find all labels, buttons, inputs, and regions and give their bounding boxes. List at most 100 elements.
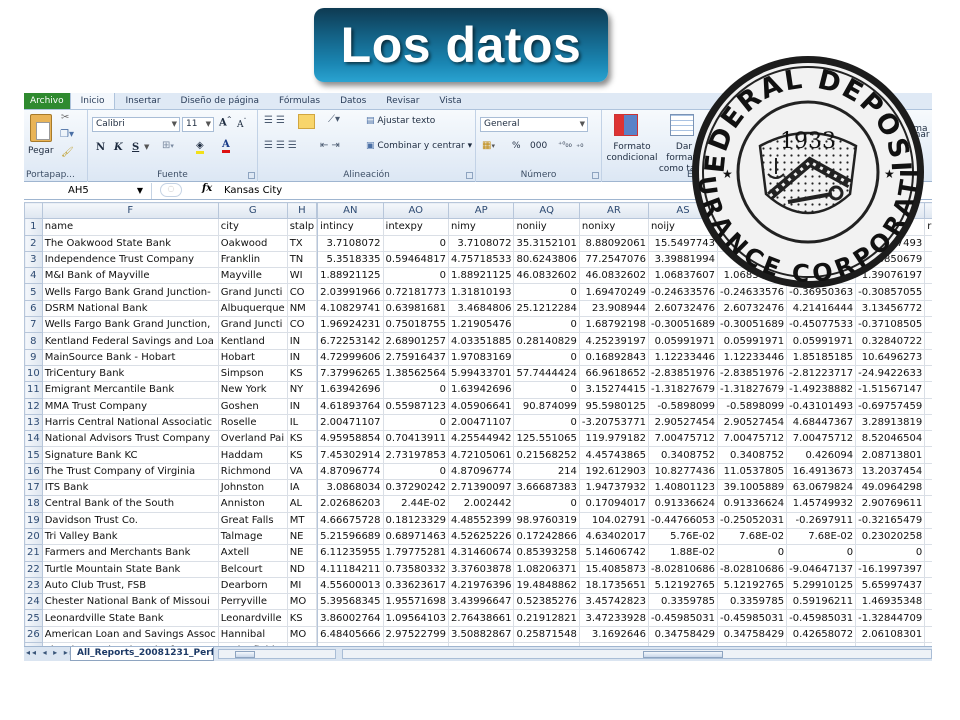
cell[interactable]: -0.32165479 [855,511,926,529]
cell[interactable]: 2.03991966 [317,283,384,301]
cell[interactable]: 2.60732476 [717,299,788,318]
row-header[interactable]: 15 [24,446,43,464]
cell[interactable] [924,446,932,464]
cell[interactable]: -0.43101493 [786,397,857,415]
fill-color-icon[interactable]: ◈ [196,140,204,154]
cell[interactable]: Wells Fargo Bank Grand Junction- [41,283,219,301]
cell[interactable]: 3.4684806 [447,299,515,318]
cell[interactable]: American Loan and Savings Assoc [41,625,219,644]
paste-button[interactable]: Pegar [28,146,54,156]
cell[interactable]: 1.21905476 [447,316,515,334]
cell[interactable] [924,462,932,481]
currency-icon[interactable]: ▦▾ [482,140,495,151]
cell[interactable]: 7.68E-02 [717,527,788,546]
cell[interactable]: Great Falls [217,511,288,529]
cell[interactable]: 2.76438661 [447,609,515,627]
cell[interactable] [924,560,932,578]
formula-input[interactable]: Kansas City [224,183,282,199]
cell[interactable]: 0 [513,283,580,301]
field-name-cell[interactable]: noniiy [513,218,580,236]
cell[interactable]: 2.00471107 [447,413,515,432]
cell[interactable]: IN [286,332,318,350]
cell[interactable]: -16.1997397 [855,560,926,578]
cell[interactable]: NM [286,299,318,318]
cell[interactable]: -2.81223717 [786,364,857,383]
cell[interactable]: 0.34758429 [647,625,719,644]
cell[interactable]: 7.00475712 [717,430,788,448]
cell[interactable]: 1.88921125 [317,267,384,285]
cell[interactable]: 1.68792198 [578,316,649,334]
cell[interactable]: 2.68901257 [382,332,450,350]
cell[interactable]: 3.7108072 [317,234,384,252]
cell[interactable]: -1.31827679 [647,381,719,399]
cell[interactable]: Emigrant Mercantile Bank [41,381,219,399]
cell[interactable] [924,479,932,497]
cell[interactable]: 0.52385276 [513,593,580,611]
cell[interactable]: 125.551065 [513,430,580,448]
cell[interactable]: Harris Central National Associatic [41,413,219,432]
cell[interactable]: -3.20753771 [578,413,649,432]
cell[interactable]: 104.02791 [578,511,649,529]
cell[interactable]: 6.48405666 [317,625,384,644]
cell[interactable]: NE [286,544,318,562]
row-header[interactable]: 19 [24,511,43,529]
cell[interactable]: Simpson [217,364,288,383]
cell[interactable]: Wells Fargo Bank Grand Junction, [41,316,219,334]
cell[interactable]: 10.6496273 [855,348,926,366]
cell[interactable]: 0 [717,544,788,562]
cell[interactable]: 1.46935348 [855,593,926,611]
cell[interactable]: Farmers and Merchants Bank [41,544,219,562]
cell[interactable]: WI [286,267,318,285]
cell[interactable]: -0.45985031 [647,609,719,627]
cell[interactable]: 0.16892843 [578,348,649,366]
cell[interactable]: M&I Bank of Mayville [41,267,219,285]
cell[interactable]: Davidson Trust Co. [41,511,219,529]
cell[interactable]: 2.60732476 [647,299,719,318]
cell[interactable]: MO [286,593,318,611]
column-header-G[interactable]: G [217,201,288,220]
cell[interactable]: 0.21568252 [513,446,580,464]
grow-font-button[interactable]: A^ [219,116,232,128]
tab-insertar[interactable]: Insertar [115,93,170,109]
cell[interactable]: -0.45985031 [786,609,857,627]
cell[interactable]: 19.4848862 [513,576,580,595]
percent-button[interactable]: % [512,141,521,151]
number-format-select[interactable]: General ▼ [480,117,588,132]
cell[interactable]: Belcourt [217,560,288,578]
cell[interactable]: 1.40801123 [647,479,719,497]
cell[interactable]: -9.04647137 [786,560,857,578]
cell[interactable] [924,364,932,383]
cell[interactable]: TN [286,250,318,269]
cell[interactable]: Oakwood [217,234,288,252]
cell[interactable]: IN [286,397,318,415]
cell[interactable]: 0.05991971 [717,332,788,350]
cell[interactable]: 46.0832602 [578,267,649,285]
cell[interactable]: Tri Valley Bank [41,527,219,546]
cell[interactable]: Goshen [217,397,288,415]
cell[interactable] [924,625,932,644]
cell[interactable]: 2.44E-02 [382,495,450,513]
row-header[interactable]: 3 [24,250,43,269]
cell[interactable]: Mayville [217,267,288,285]
row-header[interactable]: 1 [24,218,43,236]
field-name-cell[interactable]: nonixy [578,218,649,236]
cell[interactable] [924,527,932,546]
cell[interactable]: 4.11184211 [317,560,384,578]
row-header[interactable]: 22 [24,560,43,578]
cell[interactable] [924,495,932,513]
cell[interactable]: 0 [382,413,450,432]
cell[interactable]: 4.68447367 [786,413,857,432]
row-header[interactable]: 16 [24,462,43,481]
field-name-cell[interactable]: nimy [447,218,515,236]
cell[interactable]: 4.55600013 [317,576,384,595]
cell[interactable]: 192.612903 [578,462,649,481]
cell[interactable]: 8.88092061 [578,234,649,252]
formula-cancel-icon[interactable]: ◌ [160,183,182,197]
number-dialog-launcher[interactable] [592,172,599,179]
cell[interactable]: -24.9422633 [855,364,926,383]
cell[interactable]: 4.95958854 [317,430,384,448]
cell[interactable]: 1.63942696 [317,381,384,399]
cell[interactable]: 4.87096774 [447,462,515,481]
cell[interactable]: IN [286,348,318,366]
cell[interactable]: Grand Juncti [217,283,288,301]
